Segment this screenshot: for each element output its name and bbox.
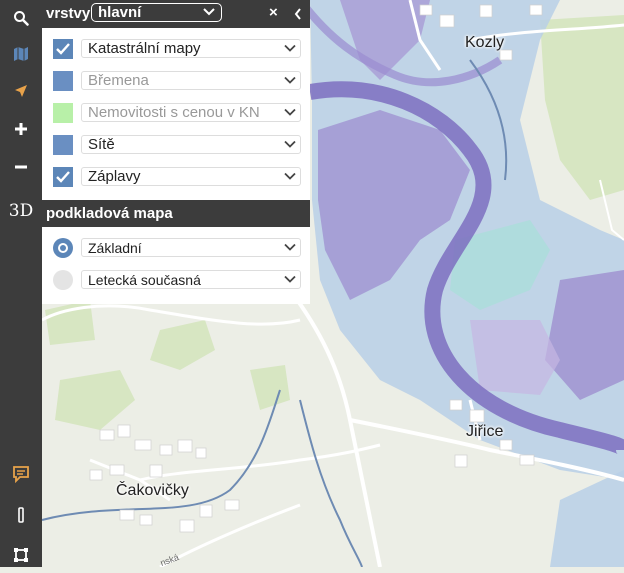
checkbox[interactable] [53,39,73,59]
basemap-label: Základní [88,240,142,256]
layer-label: Katastrální mapy [88,40,201,57]
layer-dropdown[interactable]: Záplavy [81,167,301,186]
layers-title: vrstvy [46,5,91,22]
minus-icon[interactable] [0,149,42,185]
layer-row-bremena[interactable]: Břemena [42,66,310,98]
layer-label: Záplavy [88,168,141,185]
layer-color-swatch[interactable] [53,103,73,123]
check-icon [56,43,70,55]
radio-selected[interactable] [53,238,73,258]
chevron-down-icon [284,76,296,84]
layer-row-katastralni[interactable]: Katastrální mapy [42,34,310,66]
layer-dropdown[interactable]: Sítě [81,135,301,154]
layers-header: vrstvy hlavní × [42,0,310,28]
square-select-icon[interactable] [0,537,42,573]
chevron-down-icon [203,8,215,16]
map-icon[interactable] [0,36,42,72]
layer-set-select[interactable]: hlavní [91,3,222,22]
radio-unselected[interactable] [53,270,73,290]
place-label-kozly: Kozly [465,34,505,51]
locate-arrow-icon[interactable] [0,73,42,109]
layer-label: Břemena [88,72,149,89]
basemap-title: podkladová mapa [46,205,173,222]
search-icon[interactable] [0,0,42,36]
plus-icon[interactable] [0,111,42,147]
layer-dropdown[interactable]: Břemena [81,71,301,90]
checkbox[interactable] [53,167,73,187]
place-label-jirice: Jiřice [466,423,504,440]
basemap-dropdown[interactable]: Letecká současná [81,270,301,289]
chevron-down-icon [284,243,296,251]
layer-color-swatch[interactable] [53,71,73,91]
ruler-icon[interactable] [0,497,42,533]
layer-dropdown[interactable]: Katastrální mapy [81,39,301,58]
chevron-down-icon [284,172,296,180]
layer-row-site[interactable]: Sítě [42,130,310,162]
close-icon[interactable]: × [269,4,278,21]
chevron-down-icon [284,275,296,283]
chevron-left-icon[interactable] [293,7,303,21]
layer-set-value: hlavní [98,4,142,21]
basemap-header: podkladová mapa [42,200,310,227]
chevron-down-icon [284,108,296,116]
layers-panel: vrstvy hlavní × Katastrální mapy Břemena… [42,0,310,304]
comment-icon[interactable] [0,456,42,492]
check-icon [56,171,70,183]
layer-row-nemovitosti[interactable]: Nemovitosti s cenou v KN [42,98,310,130]
basemap-label: Letecká současná [88,272,201,288]
chevron-down-icon [284,44,296,52]
basemap-row-zakladni[interactable]: Základní [42,234,310,264]
layer-label: Sítě [88,136,115,153]
layer-row-zaplavy[interactable]: Záplavy [42,162,310,194]
layer-color-swatch[interactable] [53,135,73,155]
place-label-cakovicky: Čakovičky [116,482,189,499]
chevron-down-icon [284,140,296,148]
basemap-dropdown[interactable]: Základní [81,238,301,257]
3d-toggle-button[interactable]: 3D [0,193,42,229]
map-toolbar: 3D [0,0,42,567]
layer-dropdown[interactable]: Nemovitosti s cenou v KN [81,103,301,122]
basemap-row-letecka[interactable]: Letecká současná [42,266,310,296]
layer-label: Nemovitosti s cenou v KN [88,104,260,121]
